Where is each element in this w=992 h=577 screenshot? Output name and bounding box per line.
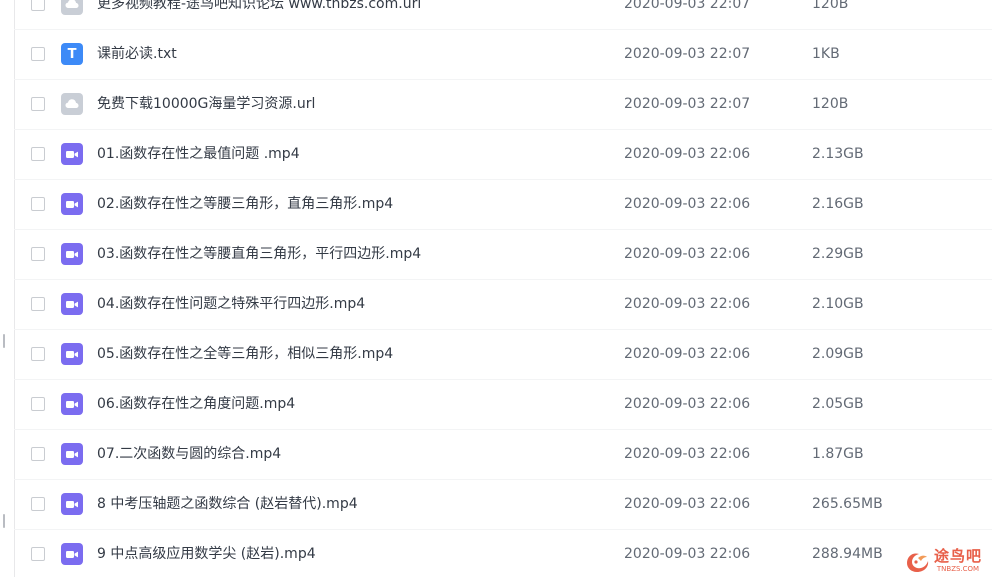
file-size: 2.10GB — [812, 296, 864, 312]
row-checkbox[interactable] — [31, 347, 45, 361]
side-panel-edge — [0, 0, 15, 577]
file-date: 2020-09-03 22:06 — [624, 196, 751, 212]
row-checkbox[interactable] — [31, 247, 45, 261]
file-date: 2020-09-03 22:07 — [624, 96, 751, 112]
file-date: 2020-09-03 22:06 — [624, 546, 751, 562]
video-file-icon — [61, 543, 83, 565]
file-date: 2020-09-03 22:06 — [624, 496, 751, 512]
file-size: 265.65MB — [812, 496, 883, 512]
file-name[interactable]: 05.函数存在性之全等三角形，相似三角形.mp4 — [97, 330, 393, 379]
file-name[interactable]: 9 中点高级应用数学尖 (赵岩).mp4 — [97, 530, 316, 577]
row-checkbox[interactable] — [31, 147, 45, 161]
file-date: 2020-09-03 22:07 — [624, 46, 751, 62]
site-watermark: 途鸟吧 TNBZS.COM — [904, 548, 982, 573]
file-list-window: 更多视频教程-途鸟吧知识论坛 www.tnbzs.com.url 2020-09-… — [0, 0, 992, 577]
row-checkbox[interactable] — [31, 297, 45, 311]
video-file-icon — [61, 393, 83, 415]
file-date: 2020-09-03 22:06 — [624, 296, 751, 312]
file-date: 2020-09-03 22:06 — [624, 246, 751, 262]
file-date: 2020-09-03 22:06 — [624, 396, 751, 412]
file-row[interactable]: 07.二次函数与圆的综合.mp4 2020-09-03 22:06 1.87GB — [14, 430, 992, 480]
file-size: 288.94MB — [812, 546, 883, 562]
file-size: 2.09GB — [812, 346, 864, 362]
file-row[interactable]: 06.函数存在性之角度问题.mp4 2020-09-03 22:06 2.05GB — [14, 380, 992, 430]
file-date: 2020-09-03 22:06 — [624, 146, 751, 162]
file-size: 120B — [812, 0, 849, 12]
file-row[interactable]: 05.函数存在性之全等三角形，相似三角形.mp4 2020-09-03 22:06… — [14, 330, 992, 380]
url-link-icon — [61, 93, 83, 115]
file-name[interactable]: 免费下载10000G海量学习资源.url — [97, 80, 315, 129]
video-file-icon — [61, 243, 83, 265]
file-name[interactable]: 04.函数存在性问题之特殊平行四边形.mp4 — [97, 280, 365, 329]
row-checkbox[interactable] — [31, 547, 45, 561]
file-size: 2.05GB — [812, 396, 864, 412]
file-size: 2.13GB — [812, 146, 864, 162]
txt-glyph: T — [67, 46, 77, 62]
row-checkbox[interactable] — [31, 0, 45, 11]
url-link-icon — [61, 0, 83, 15]
file-row[interactable]: 更多视频教程-途鸟吧知识论坛 www.tnbzs.com.url 2020-09-… — [14, 0, 992, 30]
video-file-icon — [61, 443, 83, 465]
row-checkbox[interactable] — [31, 97, 45, 111]
file-name[interactable]: 06.函数存在性之角度问题.mp4 — [97, 380, 295, 429]
file-size: 120B — [812, 96, 849, 112]
row-checkbox[interactable] — [31, 47, 45, 61]
file-size: 1.87GB — [812, 446, 864, 462]
file-name[interactable]: 03.函数存在性之等腰直角三角形，平行四边形.mp4 — [97, 230, 421, 279]
panel-resize-handle[interactable] — [3, 514, 5, 528]
row-checkbox[interactable] — [31, 447, 45, 461]
file-name[interactable]: 更多视频教程-途鸟吧知识论坛 www.tnbzs.com.url — [97, 0, 421, 29]
panel-resize-handle[interactable] — [3, 334, 5, 348]
file-row[interactable]: 8 中考压轴题之函数综合 (赵岩替代).mp4 2020-09-03 22:06 2… — [14, 480, 992, 530]
file-name[interactable]: 07.二次函数与圆的综合.mp4 — [97, 430, 281, 479]
file-row[interactable]: 9 中点高级应用数学尖 (赵岩).mp4 2020-09-03 22:06 288.… — [14, 530, 992, 577]
file-name[interactable]: 01.函数存在性之最值问题 .mp4 — [97, 130, 300, 179]
file-row[interactable]: T 课前必读.txt 2020-09-03 22:07 1KB — [14, 30, 992, 80]
bird-logo-icon — [906, 552, 929, 572]
file-name[interactable]: 8 中考压轴题之函数综合 (赵岩替代).mp4 — [97, 480, 358, 529]
file-row[interactable]: 01.函数存在性之最值问题 .mp4 2020-09-03 22:06 2.13GB — [14, 130, 992, 180]
file-name[interactable]: 02.函数存在性之等腰三角形，直角三角形.mp4 — [97, 180, 393, 229]
file-row[interactable]: 03.函数存在性之等腰直角三角形，平行四边形.mp4 2020-09-03 22:… — [14, 230, 992, 280]
file-row[interactable]: 02.函数存在性之等腰三角形，直角三角形.mp4 2020-09-03 22:06… — [14, 180, 992, 230]
row-checkbox[interactable] — [31, 397, 45, 411]
row-checkbox[interactable] — [31, 497, 45, 511]
video-file-icon — [61, 193, 83, 215]
video-file-icon — [61, 293, 83, 315]
video-file-icon — [61, 143, 83, 165]
file-list: 更多视频教程-途鸟吧知识论坛 www.tnbzs.com.url 2020-09-… — [14, 0, 992, 577]
file-size: 2.29GB — [812, 246, 864, 262]
file-row[interactable]: 04.函数存在性问题之特殊平行四边形.mp4 2020-09-03 22:06 2.… — [14, 280, 992, 330]
video-file-icon — [61, 343, 83, 365]
file-size: 2.16GB — [812, 196, 864, 212]
row-checkbox[interactable] — [31, 197, 45, 211]
file-date: 2020-09-03 22:06 — [624, 446, 751, 462]
video-file-icon — [61, 493, 83, 515]
file-date: 2020-09-03 22:07 — [624, 0, 751, 12]
file-row[interactable]: 免费下载10000G海量学习资源.url 2020-09-03 22:07 120B — [14, 80, 992, 130]
watermark-subtitle: TNBZS.COM — [936, 565, 980, 573]
watermark-title: 途鸟吧 — [933, 547, 982, 565]
file-name[interactable]: 课前必读.txt — [97, 30, 177, 79]
file-date: 2020-09-03 22:06 — [624, 346, 751, 362]
txt-file-icon: T — [61, 43, 83, 65]
file-size: 1KB — [812, 46, 840, 62]
